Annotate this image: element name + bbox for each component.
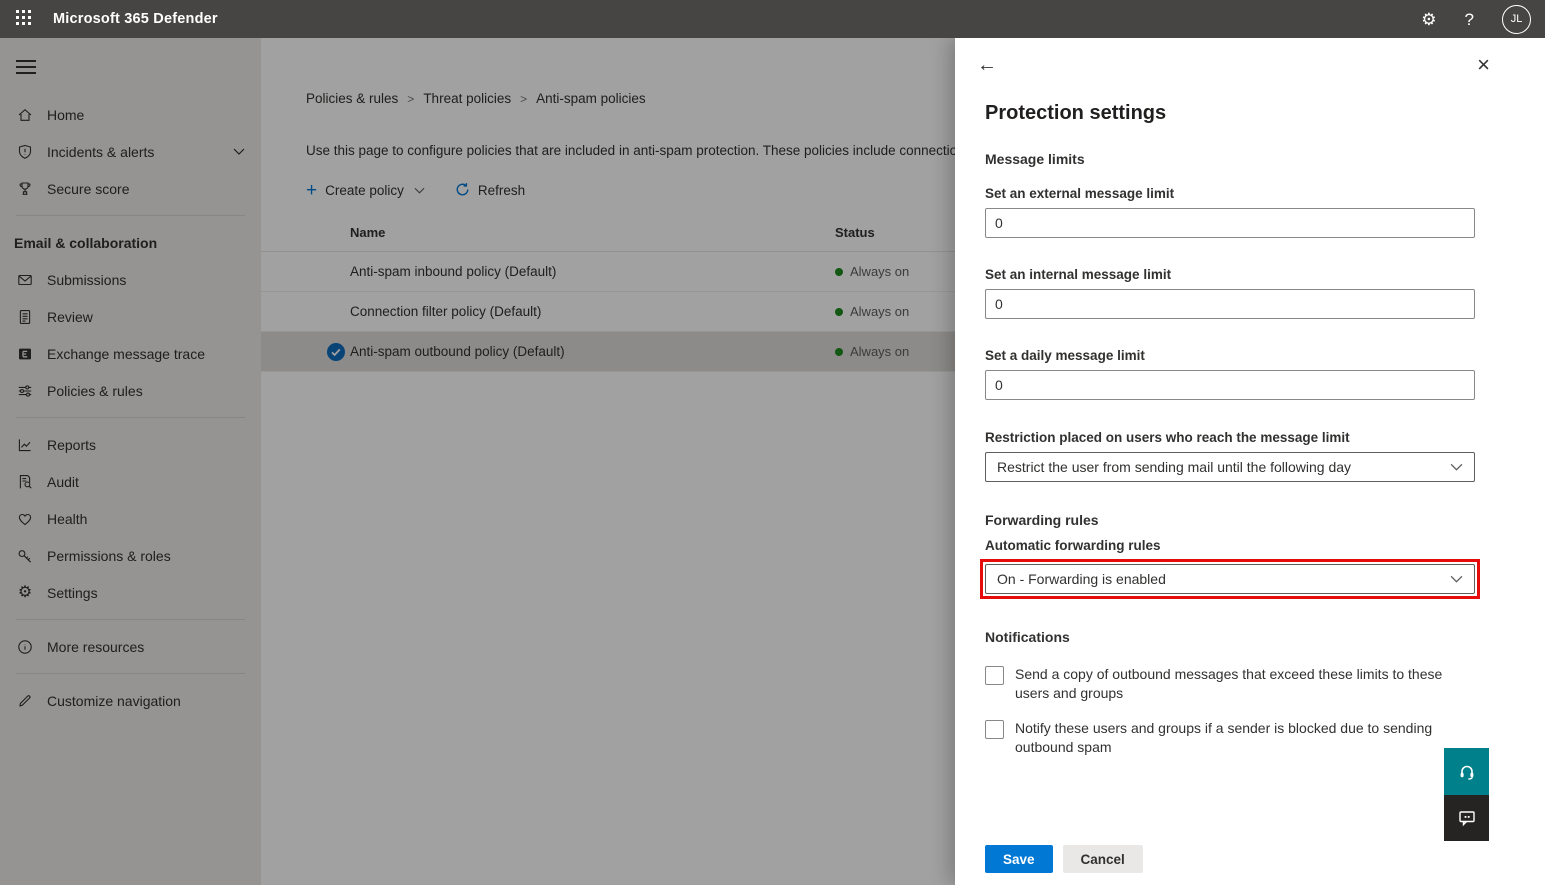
send-copy-checkbox-label: Send a copy of outbound messages that ex… <box>1015 665 1475 703</box>
modal-dim-overlay <box>0 38 955 885</box>
send-copy-checkbox[interactable] <box>985 666 1004 685</box>
back-arrow-icon[interactable]: ← <box>977 55 997 75</box>
cancel-button[interactable]: Cancel <box>1063 845 1143 873</box>
section-message-limits: Message limits <box>985 151 1475 167</box>
app-launcher-icon[interactable] <box>16 10 35 29</box>
section-notifications: Notifications <box>985 629 1475 645</box>
internal-limit-input[interactable] <box>985 289 1475 319</box>
app-title: Microsoft 365 Defender <box>53 11 218 27</box>
floating-help-buttons <box>1444 748 1489 841</box>
headset-icon <box>1457 762 1477 782</box>
auto-forwarding-label: Automatic forwarding rules <box>985 538 1475 553</box>
restriction-dropdown-value: Restrict the user from sending mail unti… <box>997 459 1351 475</box>
settings-gear-icon[interactable]: ⚙ <box>1421 11 1436 28</box>
panel-title: Protection settings <box>985 102 1475 125</box>
close-icon[interactable]: × <box>1477 54 1490 76</box>
notify-users-checkbox[interactable] <box>985 720 1004 739</box>
help-icon[interactable]: ? <box>1465 11 1474 28</box>
internal-limit-label: Set an internal message limit <box>985 267 1475 282</box>
protection-settings-flyout: ← × Protection settings Message limits S… <box>955 38 1545 885</box>
chevron-down-icon <box>1450 575 1463 583</box>
auto-forwarding-dropdown[interactable]: On - Forwarding is enabled <box>985 564 1475 594</box>
notify-users-checkbox-row[interactable]: Notify these users and groups if a sende… <box>985 719 1475 757</box>
highlight-annotation-box: On - Forwarding is enabled <box>980 559 1480 599</box>
external-limit-input[interactable] <box>985 208 1475 238</box>
send-copy-checkbox-row[interactable]: Send a copy of outbound messages that ex… <box>985 665 1475 703</box>
daily-limit-input[interactable] <box>985 370 1475 400</box>
chevron-down-icon <box>1450 463 1463 471</box>
support-button[interactable] <box>1444 748 1489 795</box>
avatar-initials: JL <box>1511 13 1523 25</box>
section-forwarding-rules: Forwarding rules <box>985 512 1475 528</box>
notify-users-checkbox-label: Notify these users and groups if a sende… <box>1015 719 1475 757</box>
restriction-label: Restriction placed on users who reach th… <box>985 430 1475 445</box>
daily-limit-label: Set a daily message limit <box>985 348 1475 363</box>
panel-footer: Save Cancel <box>985 845 1143 873</box>
feedback-button[interactable] <box>1444 795 1489 841</box>
external-limit-label: Set an external message limit <box>985 186 1475 201</box>
restriction-dropdown[interactable]: Restrict the user from sending mail unti… <box>985 452 1475 482</box>
feedback-chat-icon <box>1457 808 1477 828</box>
auto-forwarding-dropdown-value: On - Forwarding is enabled <box>997 571 1166 587</box>
top-app-bar: Microsoft 365 Defender ⚙ ? JL <box>0 0 1545 38</box>
avatar[interactable]: JL <box>1502 5 1531 34</box>
save-button[interactable]: Save <box>985 845 1053 873</box>
